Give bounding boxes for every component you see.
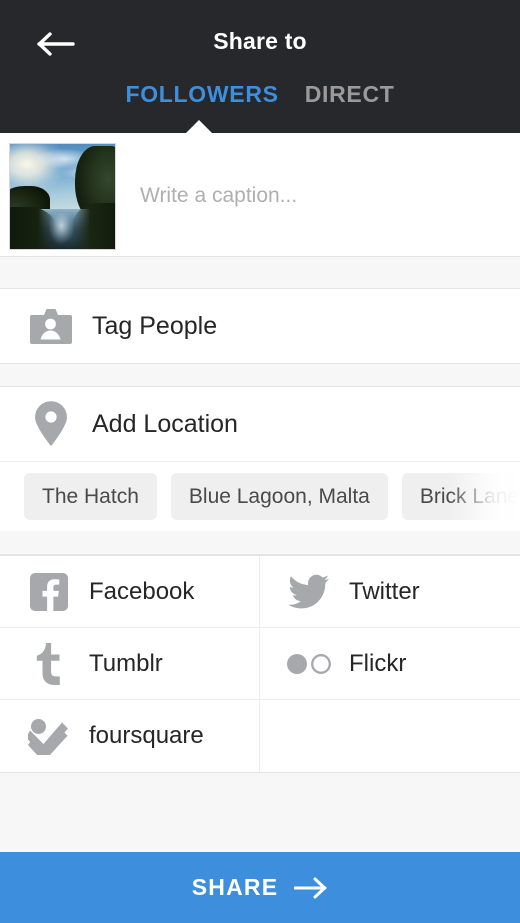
tumblr-icon: [23, 642, 75, 685]
social-row: Facebook Twitter: [0, 556, 520, 628]
flickr-icon: [283, 653, 335, 675]
social-label: Twitter: [349, 577, 420, 605]
add-location-row[interactable]: Add Location: [0, 387, 520, 461]
facebook-icon: [23, 572, 75, 611]
social-toggle-tumblr[interactable]: Tumblr: [0, 628, 260, 699]
social-cell-empty: [260, 700, 520, 772]
tab-bar: FOLLOWERS DIRECT: [0, 81, 520, 108]
location-chip-list[interactable]: The Hatch Blue Lagoon, Malta Brick Lane: [0, 462, 520, 531]
header-bar: Share to FOLLOWERS DIRECT: [0, 0, 520, 133]
section-gap-1: [0, 257, 520, 289]
social-toggle-flickr[interactable]: Flickr: [260, 628, 520, 699]
tag-people-label: Tag People: [92, 311, 218, 340]
social-label: Facebook: [89, 577, 195, 605]
social-share-grid: Facebook Twitter Tumblr Flickr foursquar…: [0, 555, 520, 773]
add-location-label: Add Location: [92, 409, 238, 438]
section-gap-2: [0, 363, 520, 387]
tag-people-icon: [24, 305, 78, 347]
arrow-right-icon: [294, 877, 327, 898]
thumbnail-water-reflection: [47, 213, 76, 245]
share-to-screen: Share to FOLLOWERS DIRECT Ta: [0, 0, 520, 923]
location-chip[interactable]: Brick Lane: [401, 473, 520, 520]
tab-direct[interactable]: DIRECT: [305, 81, 395, 108]
bottom-filler: [0, 773, 520, 843]
social-row: Tumblr Flickr: [0, 628, 520, 700]
social-label: foursquare: [89, 722, 204, 749]
social-label: Flickr: [349, 649, 407, 677]
caption-section: [0, 133, 520, 257]
foursquare-icon: [23, 717, 75, 755]
twitter-icon: [283, 574, 335, 610]
page-title: Share to: [213, 28, 307, 54]
social-toggle-facebook[interactable]: Facebook: [0, 556, 260, 627]
location-chip[interactable]: The Hatch: [24, 473, 157, 520]
social-toggle-twitter[interactable]: Twitter: [260, 556, 520, 627]
caption-input[interactable]: [116, 133, 520, 233]
social-toggle-foursquare[interactable]: foursquare: [0, 700, 260, 772]
section-gap-3: [0, 531, 520, 555]
tab-followers[interactable]: FOLLOWERS: [125, 81, 278, 108]
social-row: foursquare: [0, 700, 520, 772]
share-button[interactable]: SHARE: [0, 852, 520, 923]
location-chip[interactable]: Blue Lagoon, Malta: [170, 473, 388, 520]
location-pin-icon: [24, 401, 78, 447]
social-label: Tumblr: [89, 649, 163, 677]
tag-people-row[interactable]: Tag People: [0, 289, 520, 363]
post-thumbnail[interactable]: [9, 143, 116, 250]
share-button-label: SHARE: [191, 874, 279, 900]
location-suggestions: The Hatch Blue Lagoon, Malta Brick Lane: [0, 461, 520, 531]
active-tab-pointer: [186, 120, 212, 133]
